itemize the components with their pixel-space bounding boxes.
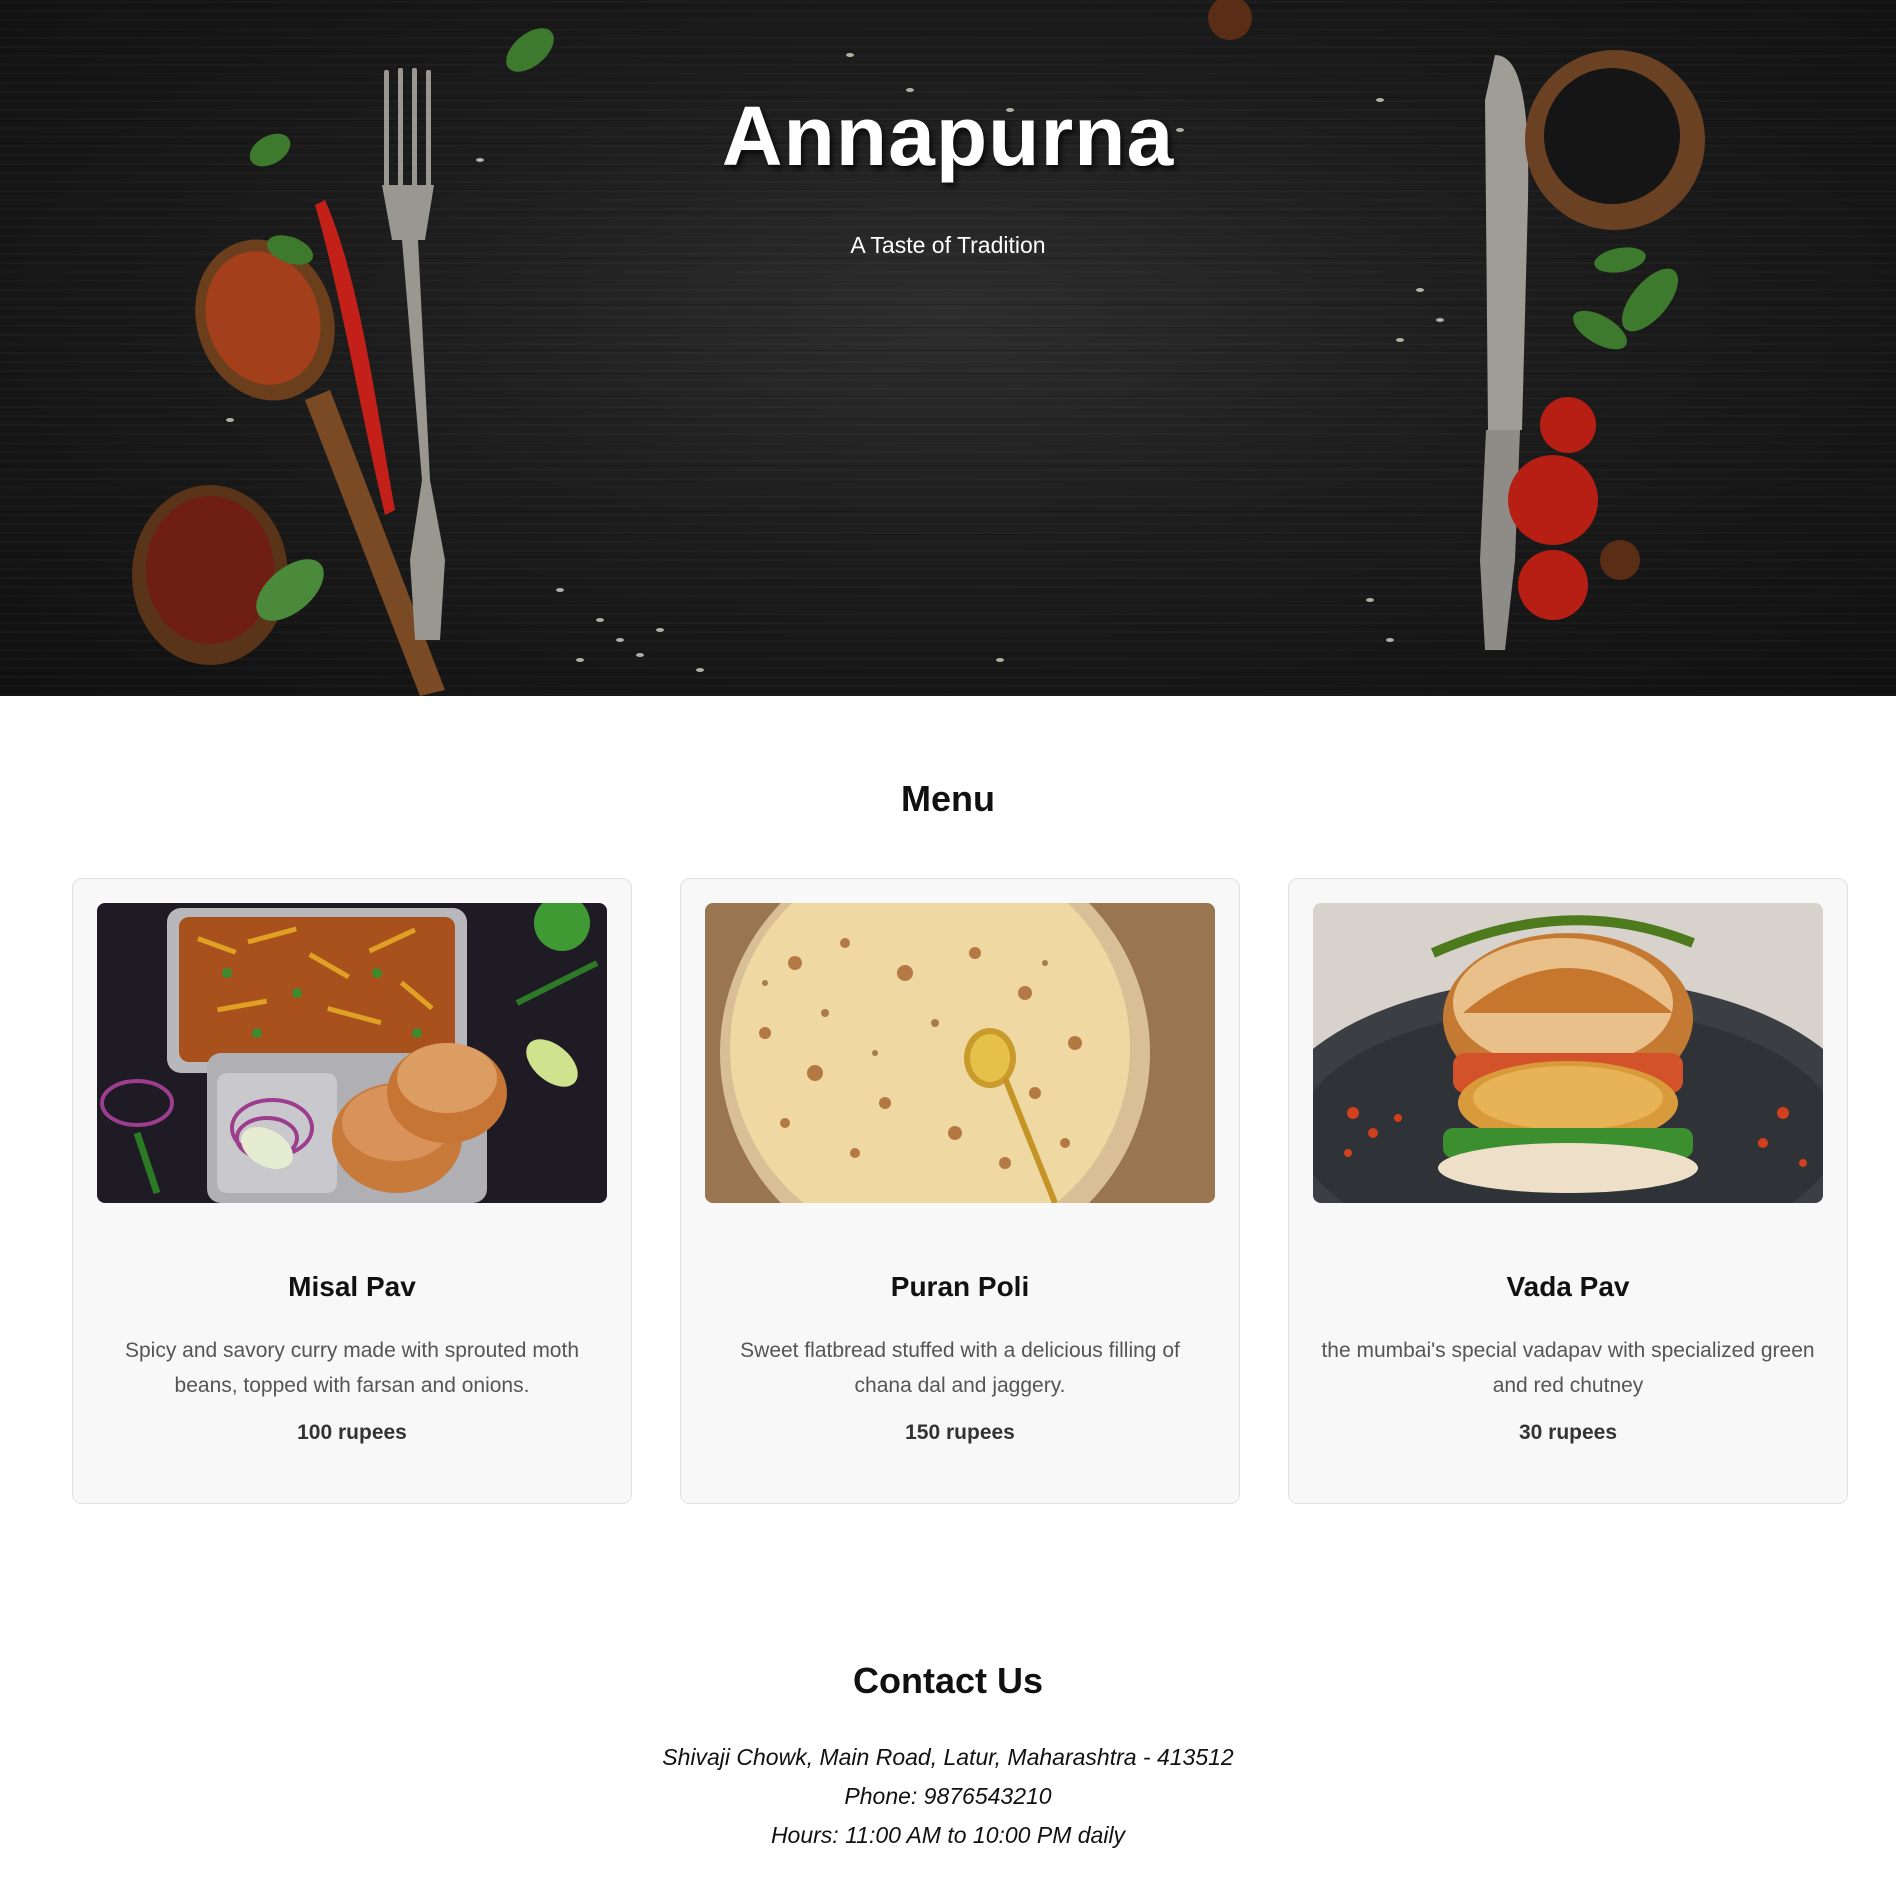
menu-item-price: 100 rupees (297, 1421, 407, 1444)
restaurant-title: Annapurna (721, 89, 1175, 183)
tomato-icon (1508, 397, 1598, 620)
menu-item-name: Misal Pav (288, 1271, 416, 1302)
menu-card-puran-poli: Puran Poli Sweet flatbread stuffed with … (680, 878, 1240, 1504)
restaurant-tagline: A Taste of Tradition (850, 232, 1046, 258)
misal-pav-image (97, 903, 607, 1203)
hero-banner: Annapurna A Taste of Tradition (0, 0, 1896, 696)
menu-heading: Menu (901, 778, 995, 819)
menu-item-price: 150 rupees (905, 1421, 1015, 1444)
puran-poli-image (705, 903, 1215, 1203)
spice-bowl-icon (132, 485, 288, 665)
menu-card-misal-pav: Misal Pav Spicy and savory curry made wi… (72, 878, 632, 1504)
menu-item-description: Spicy and savory curry made with sproute… (124, 1339, 580, 1397)
menu-item-price: 30 rupees (1518, 1421, 1618, 1444)
menu-card-vada-pav: Vada Pav the mumbai's special vadapav wi… (1288, 878, 1848, 1504)
contact-hours: Hours: 11:00 AM to 10:00 PM daily (770, 1822, 1126, 1848)
vada-pav-image (1313, 903, 1823, 1203)
contact-details: Shivaji Chowk, Main Road, Latur, Maharas… (0, 1738, 1896, 1855)
menu-item-name: Puran Poli (890, 1271, 1030, 1302)
menu-item-description: Sweet flatbread stuffed with a delicious… (740, 1339, 1180, 1397)
contact-address: Shivaji Chowk, Main Road, Latur, Maharas… (662, 1744, 1234, 1770)
contact-heading: Contact Us (852, 1660, 1044, 1701)
right-herb-leaves-icon (1573, 247, 1679, 350)
contact-phone: Phone: 9876543210 (844, 1783, 1052, 1809)
menu-item-name: Vada Pav (1506, 1271, 1630, 1302)
menu-item-description: the mumbai's special vadapav with specia… (1321, 1339, 1815, 1397)
menu-card-list: Misal Pav Spicy and savory curry made wi… (72, 878, 1848, 1504)
